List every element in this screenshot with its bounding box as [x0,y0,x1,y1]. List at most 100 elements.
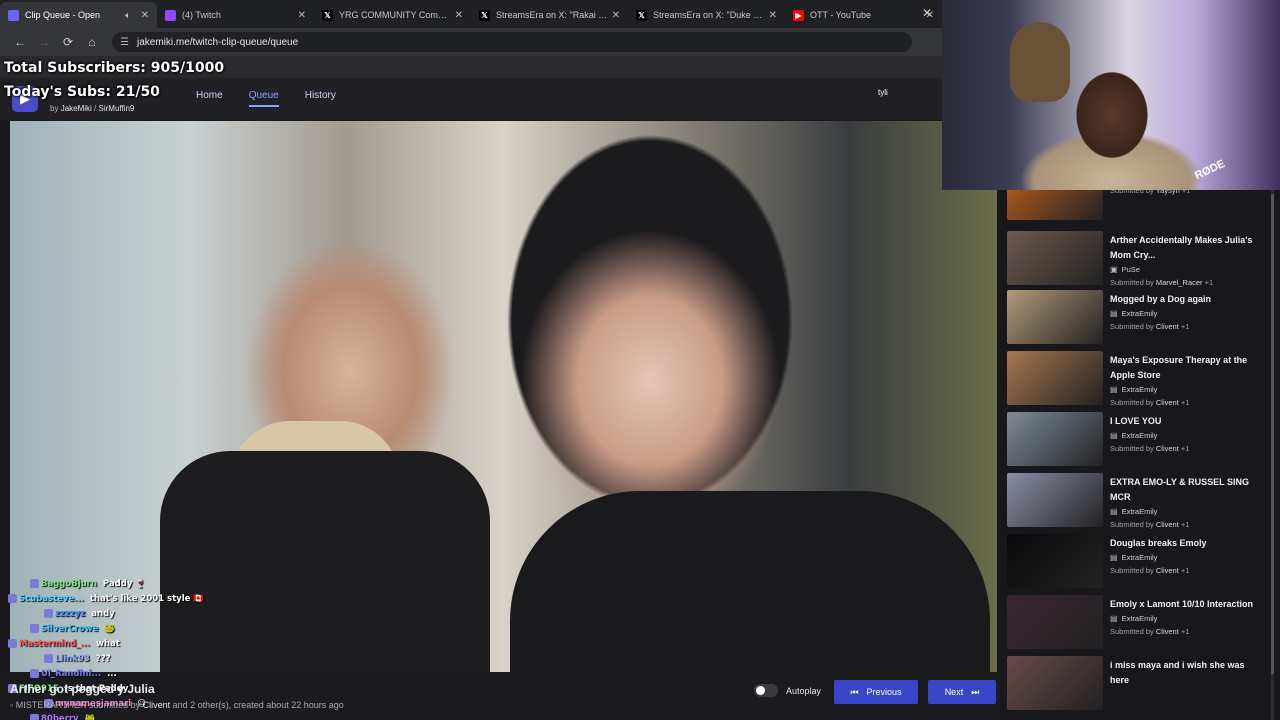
queue-item-channel-name: ExtraEmily [1121,309,1158,318]
youtube-icon: ▶ [793,9,804,21]
queue-item-info: EXTRA EMO-LY & RUSSEL SING MCR ▤ ExtraEmil… [1110,475,1260,531]
previous-button[interactable]: ⏮ Previous [834,680,918,704]
queue-item-submitter: Submitted by Clivent +1 [1110,564,1260,577]
queue-thumbnail[interactable] [1007,290,1103,344]
queue-item-title: Maya's Exposure Therapy at the Apple Sto… [1110,355,1248,380]
browser-tab[interactable]: (4) Twitch ✕ [157,2,314,28]
queue-thumbnail[interactable] [1007,231,1103,285]
by-line: by JakeMiki / SirMuffin9 [50,104,135,113]
queue-item-info: Emoly x Lamont 10/10 Interaction ▤ ExtraEm… [1110,597,1260,638]
chat-username[interactable]: BaggoBjurn [41,579,97,589]
browser-tab[interactable]: 𝕏 StreamsEra on X: "Duke Dennis ✕ [628,2,785,28]
chat-icon: ▤ [1110,431,1118,440]
nav-queue[interactable]: Queue [248,90,279,107]
chat-message: Llink93??? [0,651,280,666]
queue-item-submitter: Submitted by Clivent +1 [1110,442,1260,455]
url-field[interactable]: ☰ jakemiki.me/twitch-clip-queue/queue [112,32,912,52]
submitter-name[interactable]: Clivent [1156,398,1179,407]
chat-badge-icon [30,669,39,678]
queue-item-channel-name: ExtraEmily [1121,614,1158,623]
submitter-name[interactable]: Clivent [1156,322,1179,331]
tab-close-icon[interactable]: ✕ [769,10,777,21]
reload-icon[interactable]: ⟳ [56,35,80,49]
chat-username[interactable]: Llink93 [55,654,90,664]
browser-tab[interactable]: Clip Queue - Open 🔈︎ ✕ [0,2,157,28]
chat-username[interactable]: SilverCrowe [41,624,98,634]
submitter-name[interactable]: Clivent [1156,566,1179,575]
queue-item-title: Mogged by a Dog again [1110,294,1212,304]
queue-thumbnail[interactable] [1007,473,1103,527]
toggle-knob [756,686,765,695]
previous-label: Previous [866,687,902,697]
submitter-name[interactable]: Marvel_Racer [1156,278,1203,287]
home-icon[interactable]: ⌂ [80,35,104,49]
chat-overlay: BaggoBjurn Paddy 🍷 Scubasteve... that's lik… [0,576,280,720]
submitter-extra-count: +1 [1180,566,1190,575]
nav-home[interactable]: Home [196,90,223,107]
queue-thumbnail[interactable] [1007,595,1103,649]
webcam-plush-bear [1010,22,1070,102]
chat-message: Mastermind_... what [0,636,280,651]
autoplay-control[interactable]: Autoplay [754,684,821,697]
chat-text: what [96,638,120,649]
chat-message: 80berry 🐸 [0,711,280,720]
chat-text: andy [91,608,115,619]
queue-thumbnail[interactable] [1007,534,1103,588]
queue-thumbnail[interactable] [1007,656,1103,710]
author-link-2[interactable]: SirMuffin9 [99,104,135,113]
autoplay-toggle[interactable] [754,684,778,697]
user-menu[interactable]: tyli [878,88,888,97]
queue-item-info: Douglas breaks Emoly ▤ ExtraEmily Submitted… [1110,536,1260,577]
clip-channel[interactable]: MISTERARTHER [16,700,87,710]
clip-submitter[interactable]: Clivent [143,700,171,710]
submitted-by-label: Submitted by [1110,190,1154,195]
browser-tab[interactable]: ▶ OTT - YouTube ✕ [785,2,942,28]
submitter-extra-count: +1 [1180,627,1190,636]
queue-item-info: Maya's Exposure Therapy at the Apple Sto… [1110,353,1260,409]
queue-item-info: Mogged by a Dog again ▤ ExtraEmily Submitte… [1110,292,1260,333]
queue-thumbnail[interactable] [1007,351,1103,405]
tab-title: YRG COMMUNITY Community [339,10,451,20]
submitter-name[interactable]: Yaysyn [1156,190,1180,195]
tab-title: StreamsEra on X: "Rakai sound [496,10,608,20]
submitter-name[interactable]: Clivent [1156,444,1179,453]
browser-tab[interactable]: 𝕏 YRG COMMUNITY Community ✕ [314,2,471,28]
close-icon[interactable]: ✕ [922,6,932,20]
back-icon[interactable]: ← [8,35,32,49]
submitter-name[interactable]: Clivent [1156,627,1179,636]
chat-username[interactable]: Ul_Randini... [41,669,101,679]
tab-title: Clip Queue - Open [25,10,101,20]
tab-close-icon[interactable]: ✕ [141,10,149,21]
queue-thumbnail[interactable] [1007,190,1103,220]
x-icon: 𝕏 [322,9,333,21]
chat-icon: ▤ [1110,385,1118,394]
tab-close-icon[interactable]: ✕ [298,10,306,21]
queue-thumbnail[interactable] [1007,412,1103,466]
queue-item-channel: ▤ ExtraEmily [1110,429,1260,442]
chat-text: ... [107,668,117,679]
queue-item-info: Arther Accidentally Makes Julia's Mom Cr… [1110,233,1260,289]
site-info-icon[interactable]: ☰ [120,37,129,48]
chat-username[interactable]: 80berry [41,714,79,720]
queue-scrollbar-thumb[interactable] [1271,194,1274,674]
forward-icon[interactable]: → [32,35,56,49]
chat-text: ??? [95,653,111,664]
chat-username[interactable]: Scubasteve... [19,594,84,604]
next-button[interactable]: Next ⏭ [928,680,996,704]
queue-item-channel-name: ExtraEmily [1121,385,1158,394]
author-link-1[interactable]: JakeMiki [61,104,92,113]
queue-item-title: I LOVE YOU [1110,416,1162,426]
chat-message: SilverCrowe 🐸 [0,621,280,636]
chat-username[interactable]: Mastermind_... [19,639,90,649]
tab-close-icon[interactable]: ✕ [612,10,620,21]
tab-close-icon[interactable]: ✕ [455,10,463,21]
browser-tab[interactable]: 𝕏 StreamsEra on X: "Rakai sound ✕ [471,2,628,28]
speaker-icon[interactable]: 🔈︎ [125,10,130,21]
nav-history[interactable]: History [305,90,336,107]
submitter-name[interactable]: Clivent [1156,520,1179,529]
queue-item-channel-name: ExtraEmily [1121,553,1158,562]
chat-message: Ul_Randini...... [0,666,280,681]
chat-username[interactable]: zzzzyz [55,609,85,619]
clip-meta: ▫ MISTERARTHER submitted by Clivent and … [10,700,344,710]
submitted-by-label: Submitted by [1110,627,1154,636]
